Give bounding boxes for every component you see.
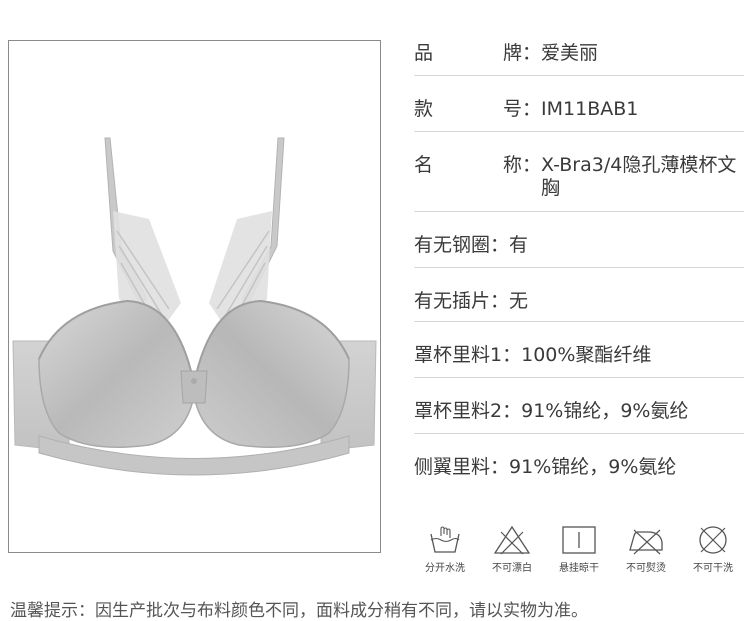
hand-wash-icon — [430, 526, 460, 553]
line-dry-icon — [562, 526, 596, 554]
spec-row-padding: 有无插片 ： 无 — [414, 268, 744, 322]
care-label: 悬挂晾干 — [559, 563, 599, 574]
spec-label-char: 牌 — [502, 42, 522, 64]
spec-row-model: 款 号 ： IM11BAB1 — [414, 76, 744, 132]
spec-colon: ： — [522, 154, 542, 176]
care-label: 不可干洗 — [693, 563, 733, 574]
care-label: 不可熨烫 — [626, 563, 666, 574]
spec-colon: ： — [502, 344, 522, 366]
bra-product-image — [12, 137, 377, 476]
spec-colon: ： — [502, 400, 522, 422]
spec-row-name: 名 称 ： X-Bra3/4隐孔薄模杯文胸 — [414, 132, 744, 212]
care-item-no-bleach: 不可漂白 — [481, 524, 543, 574]
spec-label-char: 品 — [414, 42, 434, 64]
spec-value-cup-lining-2: 91%锦纶，9%氨纶 — [521, 400, 689, 422]
spec-value-brand: 爱美丽 — [541, 42, 599, 64]
spec-row-underwire: 有无钢圈 ： 有 — [414, 212, 744, 268]
spec-label-cup-lining-2: 罩杯里料2 — [414, 400, 503, 422]
spec-label-model: 款 号 — [414, 98, 522, 121]
no-dry-clean-icon — [699, 526, 727, 554]
spec-value-cup-lining-1: 100%聚酯纤维 — [521, 344, 652, 366]
spec-label-brand: 品 牌 — [414, 42, 522, 65]
spec-value-underwire: 有 — [509, 234, 529, 256]
spec-row-brand: 品 牌 ： 爱美丽 — [414, 20, 744, 76]
spec-value-name: X-Bra3/4隐孔薄模杯文胸 — [541, 154, 737, 199]
spec-row-wing-lining: 侧翼里料 ： 91%锦纶，9%氨纶 — [414, 434, 744, 484]
no-iron-icon — [629, 529, 663, 555]
care-item-no-iron: 不可熨烫 — [615, 524, 677, 574]
spec-label-name: 名 称 — [414, 154, 522, 177]
care-instructions: 分开水洗 不可漂白 悬挂晾干 不可熨烫 不可干洗 — [414, 524, 744, 574]
spec-label-char: 号 — [502, 98, 522, 120]
spec-colon: ： — [490, 456, 510, 478]
spec-colon: ： — [522, 98, 542, 120]
spec-label-cup-lining-1: 罩杯里料1 — [414, 344, 503, 366]
spec-table: 品 牌 ： 爱美丽 款 号 ： IM11BAB1 名 称 ： X-Bra3/4隐… — [414, 20, 744, 484]
spec-label-padding: 有无插片 — [414, 290, 491, 312]
footer-note: 温馨提示：因生产批次与布料颜色不同，面料成分稍有不同，请以实物为准。 — [10, 601, 588, 621]
spec-value-wing-lining: 91%锦纶，9%氨纶 — [509, 456, 677, 478]
spec-value-model: IM11BAB1 — [541, 98, 639, 120]
spec-label-underwire: 有无钢圈 — [414, 234, 491, 256]
care-item-line-dry: 悬挂晾干 — [548, 524, 610, 574]
spec-row-cup-lining-1: 罩杯里料1 ： 100%聚酯纤维 — [414, 322, 744, 378]
spec-colon: ： — [522, 42, 542, 64]
spec-colon: ： — [490, 234, 510, 256]
spec-label-char: 款 — [414, 98, 434, 120]
care-label: 分开水洗 — [425, 563, 465, 574]
spec-row-cup-lining-2: 罩杯里料2 ： 91%锦纶，9%氨纶 — [414, 378, 744, 434]
spec-colon: ： — [490, 290, 510, 312]
spec-label-char: 名 — [414, 154, 434, 176]
no-bleach-icon — [493, 525, 531, 555]
spec-label-wing-lining: 侧翼里料 — [414, 456, 491, 478]
care-item-no-dry-clean: 不可干洗 — [682, 524, 744, 574]
spec-label-char: 称 — [502, 154, 522, 176]
spec-value-padding: 无 — [509, 290, 529, 312]
care-item-hand-wash: 分开水洗 — [414, 524, 476, 574]
care-label: 不可漂白 — [492, 563, 532, 574]
product-photo-frame — [8, 40, 381, 553]
